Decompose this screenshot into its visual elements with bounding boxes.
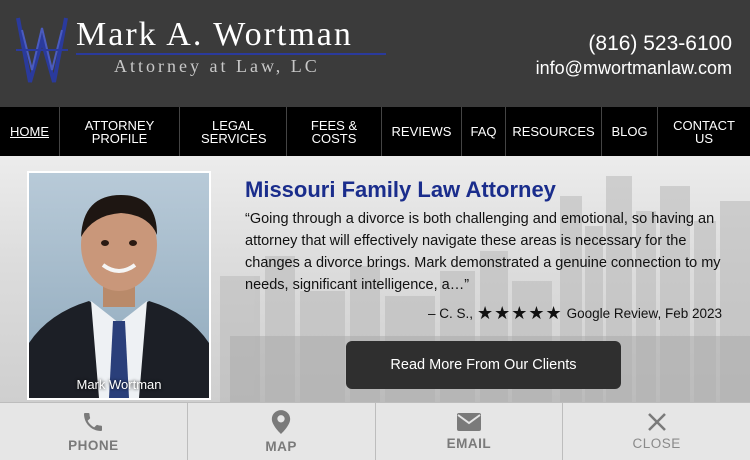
- review-author: – C. S.,: [427, 306, 473, 321]
- email-button[interactable]: EMAIL: [376, 403, 564, 460]
- close-button[interactable]: CLOSE: [563, 403, 750, 460]
- nav-label: FAQ: [470, 124, 497, 139]
- mobile-action-bar: PHONE MAP EMAIL CLOSE: [0, 402, 750, 460]
- phone-label: PHONE: [68, 438, 119, 453]
- review-attribution: – C. S., ★★★★★ Google Review, Feb 2023: [428, 303, 722, 324]
- map-button[interactable]: MAP: [188, 403, 376, 460]
- nav-item-fees-costs[interactable]: FEES & COSTS: [287, 107, 382, 156]
- nav-label: REVIEWS: [391, 124, 452, 139]
- nav-item-reviews[interactable]: REVIEWS: [382, 107, 462, 156]
- review-source: Google Review, Feb 2023: [566, 306, 722, 321]
- nav-item-contact-us[interactable]: CONTACT US: [658, 107, 750, 156]
- nav-label: FEES & COSTS: [310, 117, 358, 146]
- close-icon: [647, 413, 666, 431]
- close-label: CLOSE: [632, 436, 681, 451]
- nav-label: RESOURCES: [512, 124, 595, 139]
- envelope-icon: [456, 413, 481, 431]
- nav-label: ATTORNEY PROFILE: [84, 117, 155, 146]
- email-label: EMAIL: [446, 436, 492, 451]
- portrait-caption: Mark Wortman: [76, 377, 162, 392]
- phone-icon: [84, 413, 103, 431]
- nav-item-blog[interactable]: BLOG: [602, 107, 658, 156]
- nav-label: HOME: [10, 124, 49, 139]
- nav-label: BLOG: [611, 124, 648, 139]
- header-phone-link[interactable]: (816) 523-6100: [588, 32, 732, 56]
- hero-section: Mark Wortman Missouri Family Law Attorne…: [0, 156, 750, 402]
- logo-monogram-icon[interactable]: [14, 10, 70, 92]
- site-header: Mark A. Wortman Attorney at Law, LC (816…: [0, 0, 750, 107]
- testimonial-quote: “Going through a divorce is both challen…: [245, 211, 721, 293]
- main-nav: HOME ATTORNEY PROFILE LEGAL SERVICES FEE…: [0, 107, 750, 156]
- rating-stars-icon: ★★★★★: [476, 303, 563, 323]
- firm-subtitle: Attorney at Law, LC: [114, 56, 320, 76]
- map-pin-icon: [271, 410, 291, 434]
- header-email-link[interactable]: info@mwortmanlaw.com: [536, 58, 732, 79]
- nav-label: LEGAL SERVICES: [201, 117, 267, 146]
- nav-label: CONTACT US: [673, 117, 735, 146]
- nav-item-faq[interactable]: FAQ: [462, 107, 506, 156]
- logo-divider: [76, 53, 386, 55]
- phone-button[interactable]: PHONE: [0, 403, 188, 460]
- attorney-photo: [29, 173, 209, 398]
- attorney-portrait: Mark Wortman: [27, 171, 211, 400]
- nav-item-legal-services[interactable]: LEGAL SERVICES: [180, 107, 287, 156]
- hero-title: Missouri Family Law Attorney: [245, 177, 556, 202]
- read-more-reviews-button[interactable]: Read More From Our Clients: [346, 341, 621, 389]
- firm-name[interactable]: Mark A. Wortman: [76, 16, 353, 54]
- nav-item-home[interactable]: HOME: [0, 107, 60, 156]
- nav-item-attorney-profile[interactable]: ATTORNEY PROFILE: [60, 107, 180, 156]
- nav-item-resources[interactable]: RESOURCES: [506, 107, 602, 156]
- map-label: MAP: [265, 439, 297, 454]
